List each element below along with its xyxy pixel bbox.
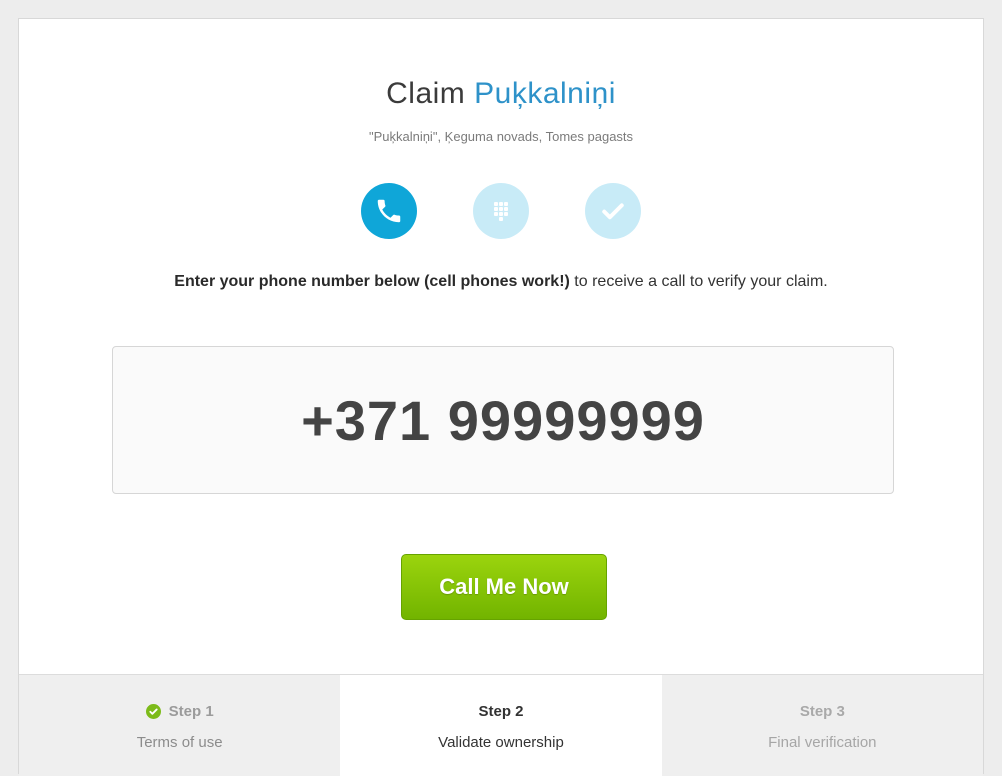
title-place-name: Puķkalniņi (474, 77, 616, 110)
step-2-tab[interactable]: Step 2 Validate ownership (340, 675, 662, 776)
step-3-title: Step 3 (799, 703, 845, 720)
step-1-title: Step 1 (168, 703, 214, 720)
page-title: Claim Puķkalniņi (19, 77, 983, 111)
checkmark-icon (585, 183, 641, 239)
completed-check-icon (145, 704, 161, 719)
progress-icons (19, 183, 983, 239)
keypad-icon (473, 183, 529, 239)
step-2-desc: Validate ownership (438, 734, 564, 751)
phone-icon (361, 183, 417, 239)
phone-number-value: +371 99999999 (301, 388, 705, 452)
title-prefix: Claim (386, 77, 466, 110)
step-1-desc: Terms of use (136, 734, 223, 751)
step-progress-bar: Step 1 Terms of use Step 2 Validate owne… (19, 674, 983, 776)
place-address: "Puķkalniņi", Ķeguma novads, Tomes pagas… (368, 129, 634, 144)
step-3-tab[interactable]: Step 3 Final verification (661, 675, 983, 776)
claim-card: Claim Puķkalniņi "Puķkalniņi", Ķeguma no… (18, 18, 984, 776)
step-2-title: Step 2 (478, 703, 524, 720)
step-1-tab[interactable]: Step 1 Terms of use (19, 675, 341, 776)
call-me-now-button[interactable]: Call Me Now (401, 554, 607, 620)
instructions-text: Enter your phone number below (cell phon… (79, 269, 923, 295)
instructions-bold: Enter your phone number below (cell phon… (174, 273, 570, 290)
instructions-rest: to receive a call to verify your claim. (569, 273, 828, 290)
step-3-desc: Final verification (768, 734, 877, 751)
phone-number-field[interactable]: +371 99999999 (112, 346, 894, 494)
